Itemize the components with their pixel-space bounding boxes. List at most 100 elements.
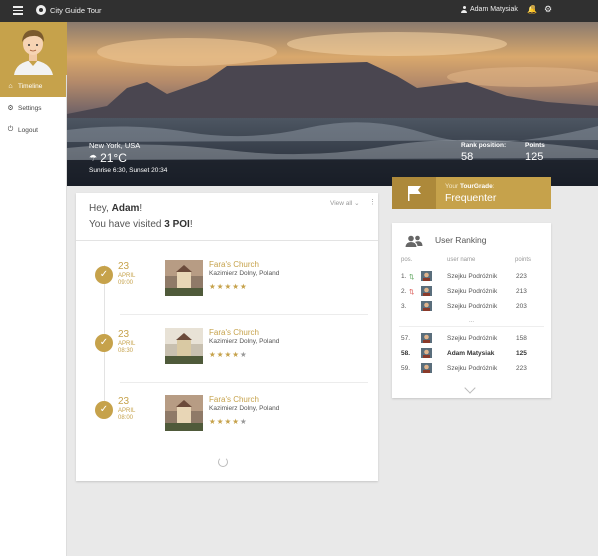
- rank-position: 59.: [401, 365, 411, 372]
- ranking-row[interactable]: 58. Adam Matysiak 125: [392, 348, 551, 362]
- visited-count: 3 POI: [164, 219, 190, 230]
- ranking-points: 213: [516, 288, 527, 295]
- star-icon: ★: [209, 350, 217, 359]
- check-icon: ✓: [95, 401, 113, 419]
- view-all-dropdown[interactable]: View all ⌄: [330, 199, 360, 207]
- points-label: Points: [525, 142, 545, 149]
- avatar: [421, 301, 432, 311]
- star-icon: ★: [239, 350, 248, 359]
- timeline-card: Hey, Adam! You have visited 3 POI! View …: [76, 193, 378, 481]
- notification-dot: [531, 5, 535, 9]
- user-menu[interactable]: Adam Matysiak: [461, 6, 518, 13]
- timeline-entry[interactable]: ✓ 23 APRIL 09:00 Fara's Church Kazimierz Doln…: [76, 257, 378, 309]
- sidebar-item-label: Logout: [18, 126, 38, 134]
- sidebar-item-timeline[interactable]: ⌂ Timeline: [0, 75, 66, 97]
- timeline-entry[interactable]: ✓ 23 APRIL 08:30 Fara's Church Kazimierz Doln…: [76, 325, 378, 377]
- timeline-entry[interactable]: ✓ 23 APRIL 08:00 Fara's Church Kazimierz Doln…: [76, 392, 378, 444]
- entry-month: APRIL: [118, 408, 136, 414]
- ranking-row[interactable]: 1. ⇅ Szejku Podróżnik 223: [392, 271, 551, 285]
- entry-time: 09:00: [118, 280, 134, 286]
- grade-label-prefix: Your: [445, 183, 460, 190]
- avatar[interactable]: [0, 22, 67, 75]
- poi-location: Kazimierz Dolny, Poland: [209, 338, 280, 345]
- rank-position: 58.: [401, 350, 411, 357]
- poi-thumbnail[interactable]: [165, 328, 203, 364]
- brand[interactable]: City Guide Tour: [36, 5, 102, 15]
- poi-title[interactable]: Fara's Church: [209, 260, 259, 269]
- visited-suffix: !: [189, 219, 193, 230]
- avatar: [421, 363, 432, 373]
- ranking-points: 223: [516, 273, 527, 280]
- cloud-rain-icon: ☂: [89, 152, 98, 163]
- visited-summary: You have visited 3 POI!: [89, 219, 193, 230]
- entry-divider: [120, 314, 368, 315]
- sidebar-item-label: Timeline: [18, 82, 43, 90]
- entry-divider: [120, 382, 368, 383]
- sidebar-nav: ⌂ Timeline ⚙ Settings ⏻ Logout: [0, 75, 66, 141]
- divider: [76, 240, 378, 241]
- chevron-down-icon: ⌄: [354, 200, 360, 207]
- sidebar-item-settings[interactable]: ⚙ Settings: [0, 97, 66, 119]
- ranking-user-name: Szejku Podróżnik: [447, 365, 498, 372]
- greeting-prefix: Hey,: [89, 203, 112, 214]
- entry-month: APRIL: [118, 273, 136, 279]
- rank-position: 57.: [401, 335, 411, 342]
- user-icon: [461, 6, 467, 13]
- entry-day: 23: [118, 396, 130, 407]
- flag-icon: [392, 177, 436, 209]
- ranking-user-name: Szejku Podróżnik: [447, 273, 498, 280]
- logo-icon: [36, 5, 46, 15]
- ranking-points: 125: [516, 350, 527, 357]
- more-options-icon[interactable]: ⋮: [369, 198, 376, 206]
- poi-title[interactable]: Fara's Church: [209, 328, 259, 337]
- poi-thumbnail[interactable]: [165, 260, 203, 296]
- ranking-header-pos: pos.: [401, 257, 413, 263]
- ranking-row[interactable]: 57. Szejku Podróżnik 158: [392, 333, 551, 347]
- chevron-down-icon[interactable]: [464, 382, 476, 394]
- top-bar: City Guide Tour Adam Matysiak 🔔 ⚙: [0, 0, 598, 22]
- avatar: [421, 348, 432, 358]
- hero-banner: New York, USA ☂ 21°C Sunrise 6:30, Sunse…: [67, 22, 598, 186]
- rating-stars: ★★★★★: [209, 417, 248, 426]
- star-icon: ★: [232, 350, 240, 359]
- brand-name: City Guide Tour: [50, 5, 102, 15]
- gear-icon[interactable]: ⚙: [544, 4, 552, 15]
- poi-title[interactable]: Fara's Church: [209, 395, 259, 404]
- rating-stars: ★★★★★: [209, 282, 248, 291]
- poi-thumbnail[interactable]: [165, 395, 203, 431]
- tour-grade-value: Frequenter: [445, 192, 497, 204]
- rank-label: Rank position:: [461, 142, 507, 149]
- star-icon: ★: [209, 417, 217, 426]
- power-icon: ⏻: [7, 126, 14, 133]
- ranking-points: 203: [516, 303, 527, 310]
- rating-stars: ★★★★★: [209, 350, 248, 359]
- star-icon: ★: [239, 417, 248, 426]
- ranking-title: User Ranking: [435, 235, 487, 245]
- users-icon: [405, 235, 423, 249]
- ranking-header-user: user name: [447, 257, 476, 263]
- ranking-row[interactable]: 59. Szejku Podróżnik 223: [392, 363, 551, 377]
- sidebar: ⌂ Timeline ⚙ Settings ⏻ Logout: [0, 22, 67, 556]
- greeting-name: Adam: [111, 203, 140, 214]
- rank-position: 1.: [401, 273, 407, 280]
- avatar: [421, 286, 432, 296]
- poi-location: Kazimierz Dolny, Poland: [209, 405, 280, 412]
- home-icon: ⌂: [8, 82, 13, 90]
- check-icon: ✓: [95, 266, 113, 284]
- hamburger-menu-icon[interactable]: [13, 6, 23, 15]
- ranking-row[interactable]: 3. Szejku Podróżnik 203: [392, 301, 551, 315]
- rank-position: 2.: [401, 288, 407, 295]
- view-all-label: View all: [330, 200, 353, 207]
- ranking-ellipsis: ...: [469, 318, 475, 324]
- entry-month: APRIL: [118, 341, 136, 347]
- ranking-user-name: Adam Matysiak: [447, 350, 495, 357]
- sidebar-item-logout[interactable]: ⏻ Logout: [0, 119, 66, 141]
- user-name: Adam Matysiak: [470, 6, 518, 13]
- user-ranking-card: User Ranking pos. user name points 1. ⇅ Sz…: [392, 223, 551, 398]
- ranking-row[interactable]: 2. ⇅ Szejku Podróżnik 213: [392, 286, 551, 300]
- grade-label-bold: TourGrade: [459, 183, 493, 190]
- star-icon: ★: [239, 282, 248, 291]
- star-icon: ★: [209, 282, 217, 291]
- ranking-divider: [399, 326, 544, 327]
- star-icon: ★: [232, 417, 240, 426]
